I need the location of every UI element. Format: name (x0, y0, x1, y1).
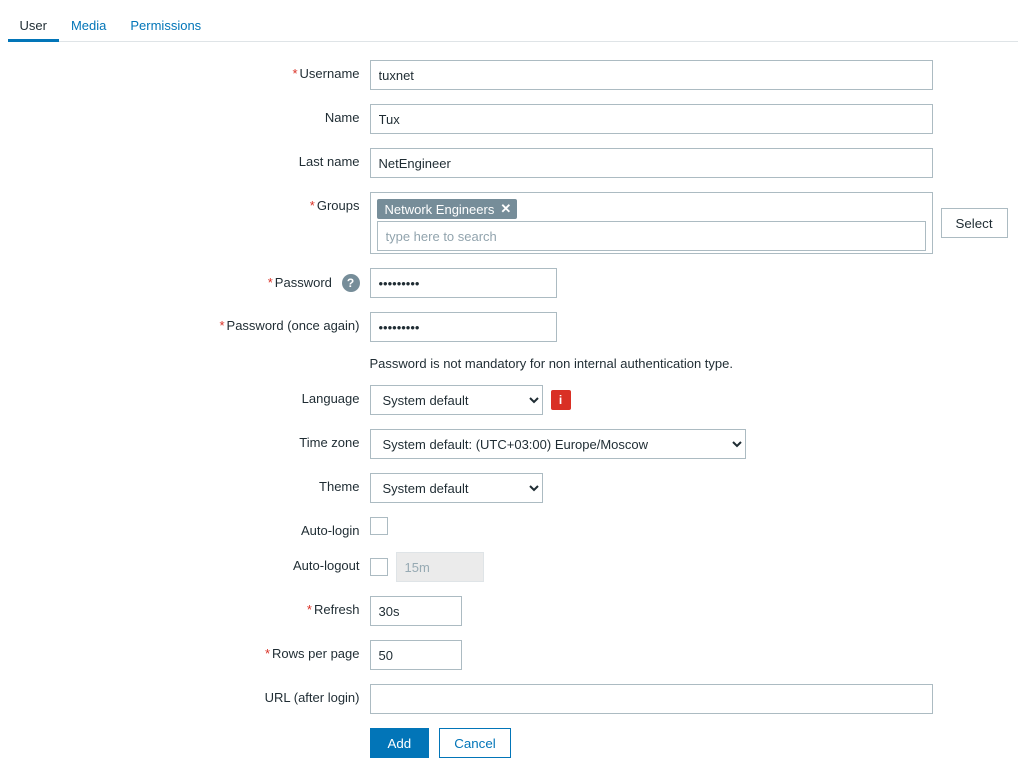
groups-multiselect[interactable]: Network Engineers ✕ (370, 192, 933, 254)
tab-user[interactable]: User (8, 8, 59, 41)
group-tag-label: Network Engineers (385, 202, 495, 217)
autologout-value: 15m (396, 552, 484, 582)
autologout-checkbox[interactable] (370, 558, 388, 576)
autologin-checkbox[interactable] (370, 517, 388, 535)
add-button[interactable]: Add (370, 728, 430, 758)
label-rows: *Rows per page (8, 640, 370, 661)
label-name: Name (8, 104, 370, 125)
url-input[interactable] (370, 684, 933, 714)
label-autologin: Auto-login (8, 517, 370, 538)
help-icon[interactable]: ? (342, 274, 360, 292)
groups-select-button[interactable]: Select (941, 208, 1008, 238)
label-url: URL (after login) (8, 684, 370, 705)
group-tag[interactable]: Network Engineers ✕ (377, 199, 518, 219)
label-lastname: Last name (8, 148, 370, 169)
label-groups: *Groups (8, 192, 370, 213)
label-password2: *Password (once again) (8, 312, 370, 333)
password-confirm-input[interactable] (370, 312, 557, 342)
user-form: *Username Name Last name *Groups Network… (8, 42, 1018, 758)
theme-select[interactable]: System default (370, 473, 543, 503)
info-icon[interactable]: i (551, 390, 571, 410)
label-autologout: Auto-logout (8, 552, 370, 573)
name-input[interactable] (370, 104, 933, 134)
rows-input[interactable] (370, 640, 462, 670)
password-hint: Password is not mandatory for non intern… (370, 356, 734, 371)
timezone-select[interactable]: System default: (UTC+03:00) Europe/Mosco… (370, 429, 746, 459)
lastname-input[interactable] (370, 148, 933, 178)
password-input[interactable] (370, 268, 557, 298)
label-refresh: *Refresh (8, 596, 370, 617)
tab-media[interactable]: Media (59, 8, 118, 41)
tabs: User Media Permissions (8, 8, 1018, 42)
label-theme: Theme (8, 473, 370, 494)
label-password: *Password ? (8, 268, 370, 292)
username-input[interactable] (370, 60, 933, 90)
remove-tag-icon[interactable]: ✕ (500, 201, 511, 217)
cancel-button[interactable]: Cancel (439, 728, 511, 758)
refresh-input[interactable] (370, 596, 462, 626)
label-language: Language (8, 385, 370, 406)
language-select[interactable]: System default (370, 385, 543, 415)
label-timezone: Time zone (8, 429, 370, 450)
groups-search-input[interactable] (377, 221, 926, 251)
tab-permissions[interactable]: Permissions (118, 8, 213, 41)
label-username: *Username (8, 60, 370, 81)
